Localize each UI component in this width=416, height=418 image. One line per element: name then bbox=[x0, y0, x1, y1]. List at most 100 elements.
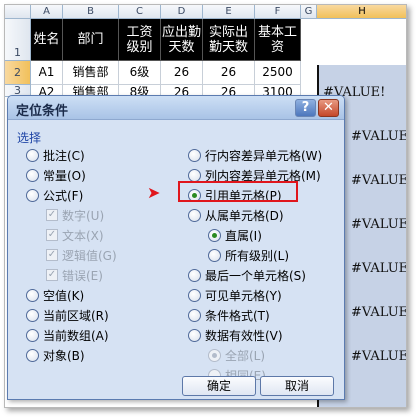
error-cell[interactable]: #VALUE! bbox=[351, 129, 406, 144]
radio-icon[interactable] bbox=[188, 168, 201, 182]
option-formula-numbers[interactable]: ✓ 数字(U) bbox=[46, 207, 104, 223]
radio-selected-icon[interactable] bbox=[208, 348, 221, 362]
radio-icon[interactable] bbox=[188, 308, 201, 322]
option-label: 直属(I) bbox=[225, 228, 262, 243]
column-header-c[interactable]: C bbox=[119, 5, 161, 19]
select-all-corner[interactable] bbox=[5, 5, 31, 19]
radio-icon[interactable] bbox=[188, 208, 201, 222]
selection-group-label: 选择 bbox=[17, 131, 42, 145]
screenshot-frame: A B C D E F G H 1 2 3 姓名 部门 工资 级别 应出勤 天数… bbox=[4, 4, 407, 408]
row-header-2[interactable]: 2 bbox=[5, 61, 31, 85]
dialog-titlebar[interactable]: 定位条件 ? ✕ bbox=[8, 96, 344, 120]
option-formula-logicals[interactable]: ✓ 逻辑值(G) bbox=[46, 247, 117, 263]
option-current-array[interactable]: 当前数组(A) bbox=[26, 327, 109, 343]
option-label: 数据有效性(V) bbox=[205, 328, 283, 343]
radio-icon[interactable] bbox=[26, 328, 39, 342]
option-label: 公式(F) bbox=[43, 188, 84, 203]
column-header-d[interactable]: D bbox=[161, 5, 203, 19]
option-label: 当前区域(R) bbox=[43, 308, 109, 323]
ok-button[interactable]: 确定 bbox=[182, 376, 256, 396]
radio-icon[interactable] bbox=[26, 188, 39, 202]
option-direct-only[interactable]: 直属(I) bbox=[208, 227, 262, 243]
error-cell[interactable]: #VALUE! bbox=[351, 261, 406, 276]
option-conditional-formats[interactable]: 条件格式(T) bbox=[188, 307, 270, 323]
table-cell[interactable]: 26 bbox=[203, 61, 255, 85]
option-label: 条件格式(T) bbox=[205, 308, 270, 323]
option-row-differences[interactable]: 行内容差异单元格(W) bbox=[188, 147, 322, 163]
option-label: 空值(K) bbox=[43, 288, 85, 303]
option-comments[interactable]: 批注(C) bbox=[26, 147, 85, 163]
radio-selected-icon[interactable] bbox=[208, 228, 221, 242]
option-current-region[interactable]: 当前区域(R) bbox=[26, 307, 109, 323]
option-formula-errors[interactable]: ✓ 错误(E) bbox=[46, 267, 103, 283]
table-cell[interactable]: 6级 bbox=[119, 61, 161, 85]
error-cell[interactable]: #VALUE! bbox=[351, 305, 406, 320]
radio-icon[interactable] bbox=[26, 308, 39, 322]
radio-icon[interactable] bbox=[26, 168, 39, 182]
option-label: 文本(X) bbox=[62, 228, 104, 243]
header-cell-dept[interactable]: 部门 bbox=[63, 19, 119, 61]
checkbox-icon[interactable]: ✓ bbox=[46, 269, 58, 281]
option-data-validation[interactable]: 数据有效性(V) bbox=[188, 327, 283, 343]
column-header-h[interactable]: H bbox=[317, 5, 406, 19]
checkbox-icon[interactable]: ✓ bbox=[46, 249, 58, 261]
row-header-1[interactable]: 1 bbox=[5, 19, 31, 61]
radio-icon[interactable] bbox=[26, 348, 39, 362]
option-label: 全部(L) bbox=[225, 348, 266, 363]
error-cell[interactable]: #VALUE! bbox=[351, 173, 406, 188]
table-cell[interactable]: 26 bbox=[161, 61, 203, 85]
option-blanks[interactable]: 空值(K) bbox=[26, 287, 84, 303]
option-label: 从属单元格(D) bbox=[205, 208, 284, 223]
table-cell[interactable]: 2500 bbox=[255, 61, 301, 85]
option-label: 逻辑值(G) bbox=[62, 248, 117, 263]
option-label: 行内容差异单元格(W) bbox=[205, 148, 323, 163]
option-label: 错误(E) bbox=[62, 268, 103, 283]
radio-icon[interactable] bbox=[188, 328, 201, 342]
option-dependents[interactable]: 从属单元格(D) bbox=[188, 207, 284, 223]
header-cell-grade[interactable]: 工资 级别 bbox=[119, 19, 161, 61]
radio-icon[interactable] bbox=[188, 148, 201, 162]
radio-icon[interactable] bbox=[208, 248, 221, 262]
column-header-a[interactable]: A bbox=[31, 5, 63, 19]
checkbox-icon[interactable]: ✓ bbox=[46, 229, 58, 241]
option-label: 批注(C) bbox=[43, 148, 85, 163]
column-header-g[interactable]: G bbox=[301, 5, 317, 19]
column-header-f[interactable]: F bbox=[255, 5, 301, 19]
option-label: 当前数组(A) bbox=[43, 328, 109, 343]
table-cell[interactable]: A1 bbox=[31, 61, 63, 85]
header-cell-base-salary[interactable]: 基本工 资 bbox=[255, 19, 301, 61]
checkbox-icon[interactable]: ✓ bbox=[46, 209, 58, 221]
error-cell[interactable]: #VALUE! bbox=[351, 349, 406, 364]
header-cell-required-days[interactable]: 应出勤 天数 bbox=[161, 19, 203, 61]
option-all-levels[interactable]: 所有级别(L) bbox=[208, 247, 289, 263]
radio-icon[interactable] bbox=[26, 288, 39, 302]
error-cell[interactable]: #VALUE! bbox=[351, 217, 406, 232]
option-label: 数字(U) bbox=[62, 208, 105, 223]
option-formulas[interactable]: 公式(F) bbox=[26, 187, 83, 203]
radio-icon[interactable] bbox=[26, 148, 39, 162]
option-last-cell[interactable]: 最后一个单元格(S) bbox=[188, 267, 306, 283]
option-label: 最后一个单元格(S) bbox=[205, 268, 306, 283]
option-objects[interactable]: 对象(B) bbox=[26, 347, 85, 363]
option-constants[interactable]: 常量(O) bbox=[26, 167, 86, 183]
cancel-button[interactable]: 取消 bbox=[260, 376, 334, 396]
help-button[interactable]: ? bbox=[295, 99, 316, 117]
radio-icon[interactable] bbox=[188, 268, 201, 282]
option-label: 可见单元格(Y) bbox=[205, 288, 282, 303]
header-cell-name[interactable]: 姓名 bbox=[31, 19, 63, 61]
option-validation-all[interactable]: 全部(L) bbox=[208, 347, 265, 363]
option-label: 对象(B) bbox=[43, 348, 85, 363]
radio-icon[interactable] bbox=[188, 288, 201, 302]
options-panel: 批注(C) 常量(O) 公式(F) ✓ 数字(U) ✓ 文本(X) ✓ 逻辑值(G) … bbox=[14, 145, 340, 383]
header-cell-actual-days[interactable]: 实际出 勤天数 bbox=[203, 19, 255, 61]
column-header-b[interactable]: B bbox=[63, 5, 119, 19]
red-arrow-icon: ➤ bbox=[147, 183, 161, 202]
close-button[interactable]: ✕ bbox=[318, 99, 339, 117]
highlight-box bbox=[178, 181, 298, 202]
table-cell[interactable]: 销售部 bbox=[63, 61, 119, 85]
option-label: 常量(O) bbox=[43, 168, 86, 183]
dialog-title: 定位条件 bbox=[16, 104, 69, 119]
option-visible-cells[interactable]: 可见单元格(Y) bbox=[188, 287, 282, 303]
option-formula-text[interactable]: ✓ 文本(X) bbox=[46, 227, 104, 243]
column-header-e[interactable]: E bbox=[203, 5, 255, 19]
